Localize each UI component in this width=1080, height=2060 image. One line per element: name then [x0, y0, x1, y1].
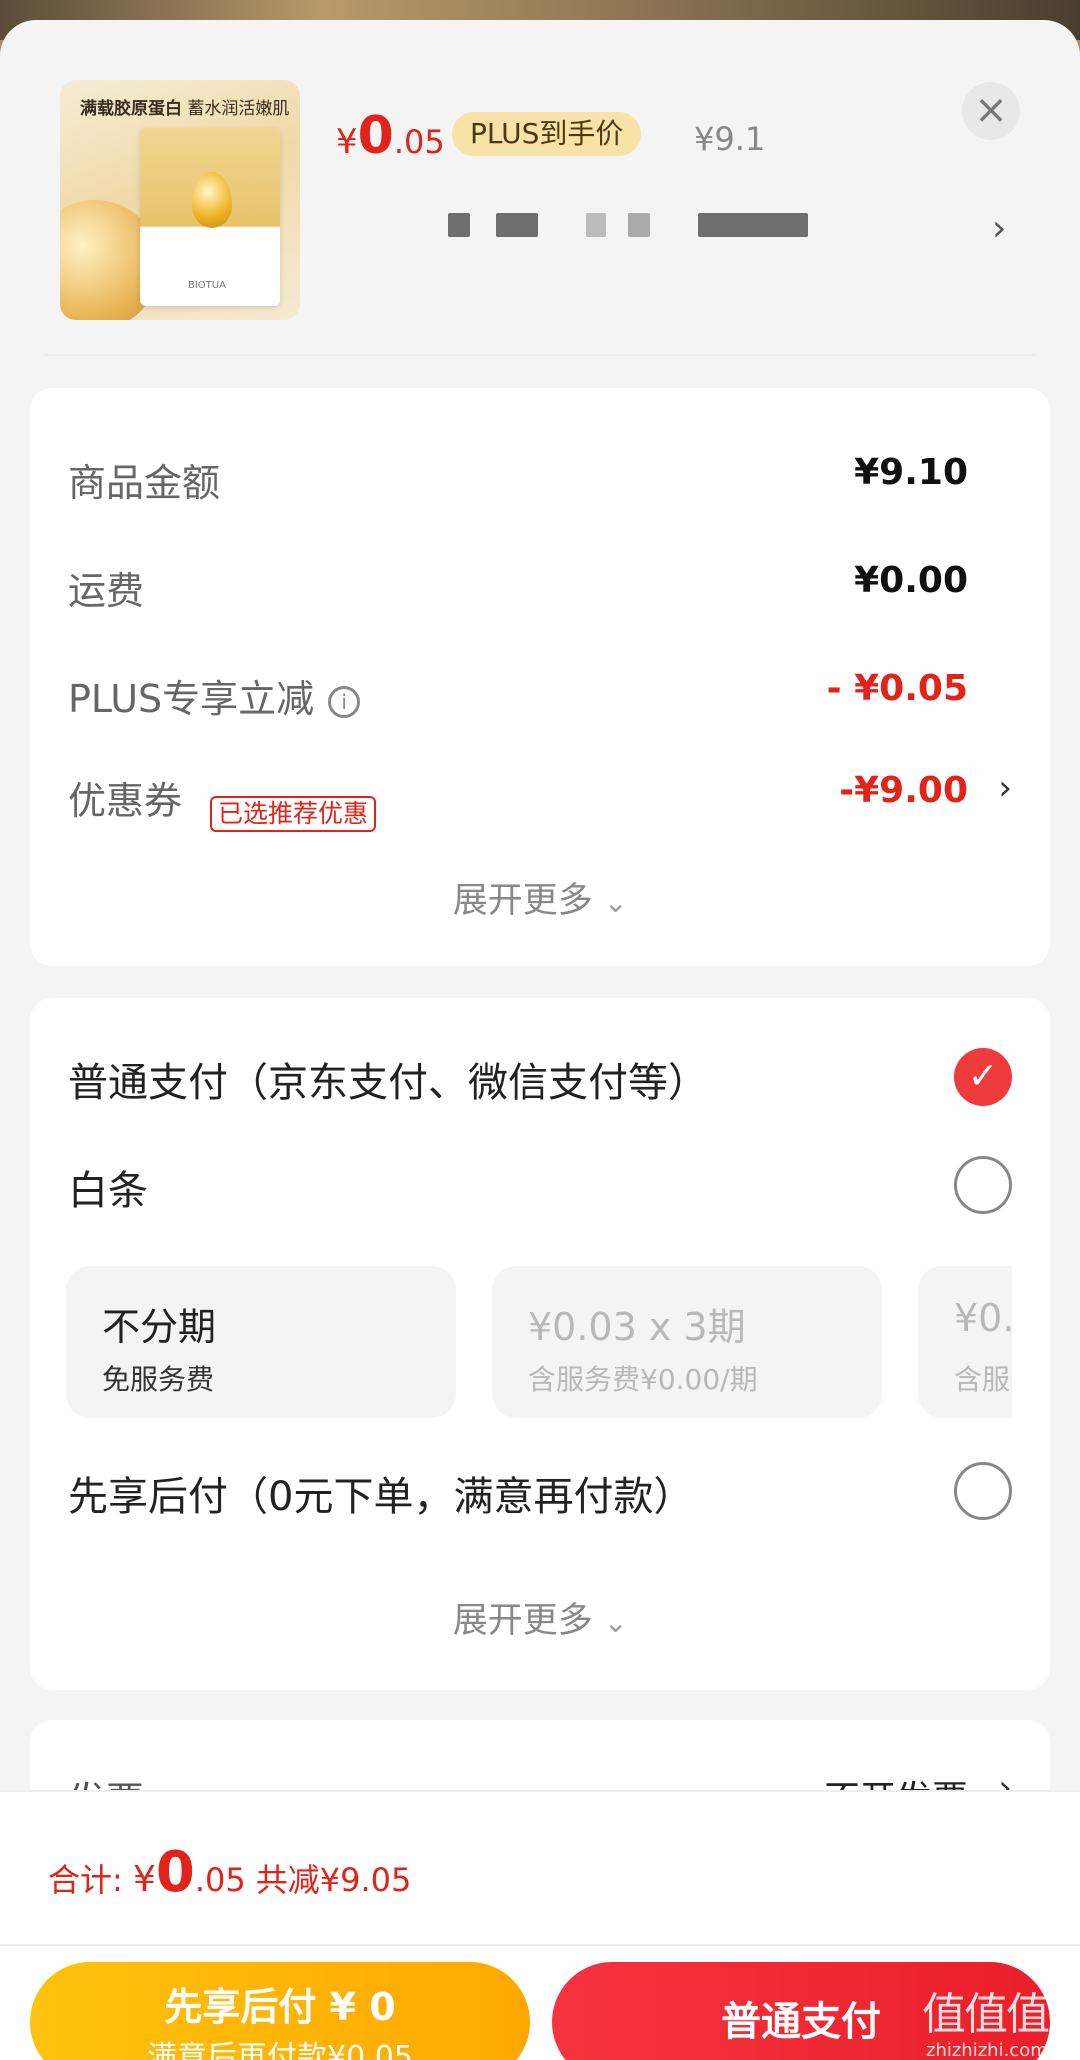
check-icon: ✓ [967, 1056, 999, 1097]
cost-expand-more[interactable]: 展开更多 ⌄ [30, 872, 1050, 923]
bottom-divider [0, 1944, 1080, 1946]
baitiao-label[interactable]: 白条 [68, 1158, 148, 1216]
installment-3-periods[interactable]: ¥0.03 x 3期 含服务费¥0.00/期 [492, 1266, 882, 1418]
product-brand: BIOTUA [188, 280, 226, 291]
watermark-logo: 值值值 [922, 1989, 1050, 2040]
payment-expand-more[interactable]: 展开更多 ⌄ [30, 1592, 1050, 1643]
site-watermark: 值值值 zhizhizhi.com [922, 1978, 1072, 2060]
info-icon[interactable]: i [328, 685, 361, 718]
expand-more-label: 展开更多 [452, 1601, 593, 1641]
payment-method-card: 普通支付（京东支付、微信支付等） ✓ 白条 不分期 免服务费 ¥0.03 x 3… [30, 998, 1050, 1690]
installment-sub: 免服务费 [102, 1363, 215, 1396]
product-detail-chevron-icon[interactable]: › [992, 208, 1006, 249]
installment-options[interactable]: 不分期 免服务费 ¥0.03 x 3期 含服务费¥0.00/期 ¥0. 含服 [66, 1266, 1012, 1418]
total-saved: 共减¥9.05 [255, 1861, 412, 1899]
product-image[interactable]: 满载胶原蛋白 蓄水润活嫩肌 BIOTUA [60, 80, 300, 320]
product-name-redacted[interactable] [448, 213, 828, 241]
installment-title: ¥0.03 x 3期 [528, 1305, 746, 1349]
pay-later-button-title: 先享后付 ¥ 0 [164, 1985, 396, 2029]
installment-none[interactable]: 不分期 免服务费 [66, 1266, 456, 1418]
order-total: 合计: ¥0.05 共减¥9.05 [48, 1840, 412, 1905]
pay-later-radio[interactable] [954, 1462, 1012, 1520]
product-image-caption: 满载胶原蛋白 蓄水润活嫩肌 [80, 99, 290, 119]
coupon-chevron-icon[interactable]: › [998, 768, 1012, 808]
pay-later-button[interactable]: 先享后付 ¥ 0 满意后再付款¥0.05 [30, 1962, 530, 2060]
coupon-recommended-tag: 已选推荐优惠 [210, 796, 377, 832]
normal-payment-label[interactable]: 普通支付（京东支付、微信支付等） [68, 1050, 708, 1108]
shipping-value: ¥0.00 [854, 560, 968, 601]
chevron-down-icon: ⌄ [603, 1606, 628, 1639]
plus-discount-label: PLUS专享立减 i [68, 668, 361, 723]
installment-sub: 含服务费¥0.00/期 [528, 1363, 758, 1396]
installment-sub: 含服 [954, 1363, 1011, 1396]
shipping-label: 运费 [68, 569, 145, 613]
plus-discount-value: - ¥0.05 [826, 668, 968, 709]
expand-more-label: 展开更多 [452, 881, 593, 921]
plus-price: ¥0.05 [336, 106, 445, 166]
checkout-sheet: 满载胶原蛋白 蓄水润活嫩肌 BIOTUA ¥0.05 PLUS到手价 ¥9.1 … [0, 20, 1080, 2060]
coupon-value[interactable]: -¥9.00 [839, 770, 968, 811]
normal-payment-radio[interactable]: ✓ [954, 1048, 1012, 1106]
close-button[interactable]: × [962, 82, 1020, 140]
watermark-url: zhizhizhi.com [926, 2040, 1048, 2060]
close-icon: × [974, 87, 1008, 133]
pay-later-label[interactable]: 先享后付（0元下单，满意再付款） [68, 1464, 693, 1522]
plus-price-tag: PLUS到手价 [452, 112, 642, 156]
pay-later-button-subtitle: 满意后再付款¥0.05 [147, 2040, 413, 2060]
product-header: 满载胶原蛋白 蓄水润活嫩肌 BIOTUA ¥0.05 PLUS到手价 ¥9.1 … [0, 20, 1080, 356]
baitiao-radio[interactable] [954, 1156, 1012, 1214]
chevron-down-icon: ⌄ [603, 886, 628, 919]
checkout-bottom-bar: 合计: ¥0.05 共减¥9.05 先享后付 ¥ 0 满意后再付款¥0.05 普通… [0, 1790, 1080, 2060]
coupon-label: 优惠券 [68, 779, 183, 823]
installment-title: ¥0. [954, 1296, 1012, 1340]
original-price: ¥9.1 [694, 120, 766, 158]
goods-amount-label: 商品金额 [68, 461, 221, 505]
header-divider [44, 354, 1036, 356]
installment-more-periods[interactable]: ¥0. 含服 [918, 1266, 1012, 1418]
installment-title: 不分期 [102, 1305, 217, 1349]
goods-amount-value: ¥9.10 [854, 452, 968, 493]
cost-breakdown-card: 商品金额 ¥9.10 运费 ¥0.00 PLUS专享立减 i - ¥0.05 优惠… [30, 388, 1050, 966]
